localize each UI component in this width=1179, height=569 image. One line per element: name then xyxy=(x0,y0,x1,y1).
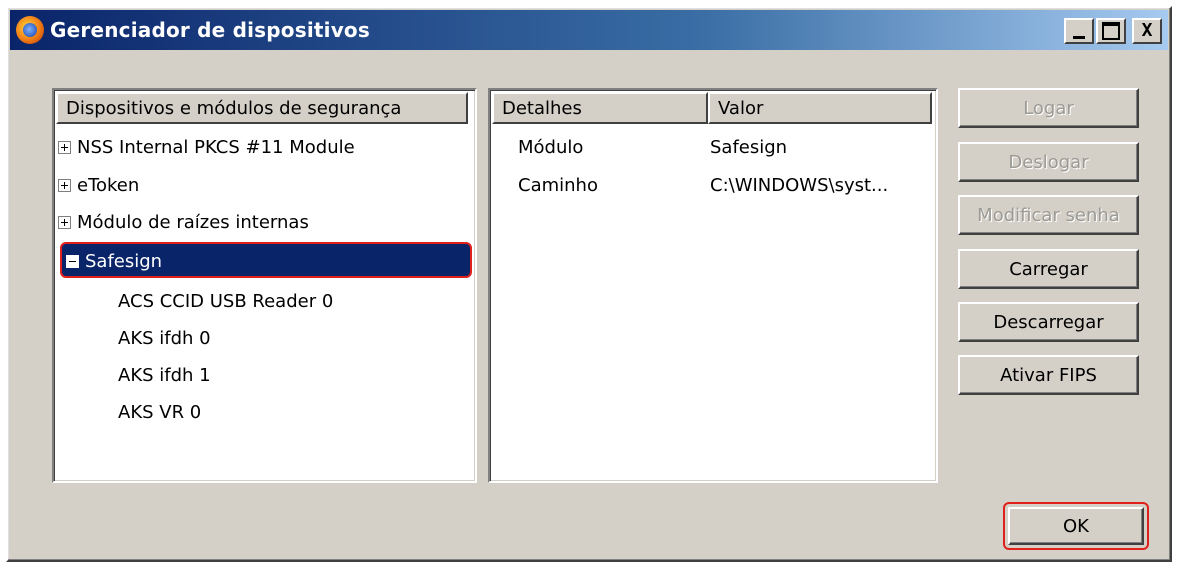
expand-plus-icon[interactable] xyxy=(58,178,71,192)
tree-child-label: AKS ifdh 0 xyxy=(118,327,211,349)
tree-child-label: AKS ifdh 1 xyxy=(118,364,211,386)
caption-buttons: X xyxy=(1064,18,1162,44)
title-bar[interactable]: Gerenciador de dispositivos X xyxy=(10,10,1168,50)
close-icon: X xyxy=(1141,20,1153,41)
logout-button[interactable]: Deslogar xyxy=(958,142,1139,182)
tree-child-label: ACS CCID USB Reader 0 xyxy=(118,290,334,312)
tree-item-label: eToken xyxy=(77,174,140,196)
maximize-button[interactable] xyxy=(1096,18,1126,44)
close-button[interactable]: X xyxy=(1132,18,1162,44)
detail-key: Caminho xyxy=(518,174,598,196)
detail-key: Módulo xyxy=(518,136,584,158)
tree-item-label: Safesign xyxy=(85,250,163,272)
tree-item-safesign-selected[interactable]: Safesign xyxy=(60,242,472,278)
window-title: Gerenciador de dispositivos xyxy=(50,18,370,42)
details-column-header[interactable]: Detalhes xyxy=(492,92,708,124)
tree-child-label: AKS VR 0 xyxy=(118,401,202,423)
tree-child-item[interactable]: AKS ifdh 1 xyxy=(118,358,211,392)
tree-child-item[interactable]: ACS CCID USB Reader 0 xyxy=(118,284,333,318)
load-button[interactable]: Carregar xyxy=(958,249,1139,289)
tree-child-item[interactable]: AKS ifdh 0 xyxy=(118,321,211,355)
collapse-minus-icon[interactable] xyxy=(66,254,79,268)
security-modules-tree[interactable]: Dispositivos e módulos de segurança NSS … xyxy=(52,88,477,483)
enable-fips-button[interactable]: Ativar FIPS xyxy=(958,355,1139,395)
detail-value: Safesign xyxy=(710,136,788,158)
tree-column-header[interactable]: Dispositivos e módulos de segurança xyxy=(56,92,468,124)
firefox-icon xyxy=(16,16,44,44)
login-button[interactable]: Logar xyxy=(958,88,1139,128)
tree-item-etoken[interactable]: eToken xyxy=(58,168,139,202)
tree-item-label: Módulo de raízes internas xyxy=(77,211,309,233)
minimize-button[interactable] xyxy=(1064,18,1094,44)
expand-plus-icon[interactable] xyxy=(58,215,71,229)
tree-child-item[interactable]: AKS VR 0 xyxy=(118,395,201,429)
tree-item-label: NSS Internal PKCS #11 Module xyxy=(77,136,355,158)
device-manager-window: Gerenciador de dispositivos X Dispositiv… xyxy=(6,6,1172,562)
change-password-button[interactable]: Modificar senha xyxy=(958,195,1139,235)
tree-item-nss-internal[interactable]: NSS Internal PKCS #11 Module xyxy=(58,130,355,164)
expand-plus-icon[interactable] xyxy=(58,140,71,154)
unload-button[interactable]: Descarregar xyxy=(958,302,1139,342)
tree-item-builtin-roots[interactable]: Módulo de raízes internas xyxy=(58,205,309,239)
tree-item-safesign[interactable]: Safesign xyxy=(66,244,162,278)
ok-button[interactable]: OK xyxy=(1008,507,1144,545)
detail-value: C:\WINDOWS\syst... xyxy=(710,174,889,196)
value-column-header[interactable]: Valor xyxy=(708,92,932,124)
ok-button-highlight[interactable]: OK xyxy=(1003,502,1149,550)
details-list[interactable]: Detalhes Valor Módulo Safesign Caminho C… xyxy=(488,88,938,483)
